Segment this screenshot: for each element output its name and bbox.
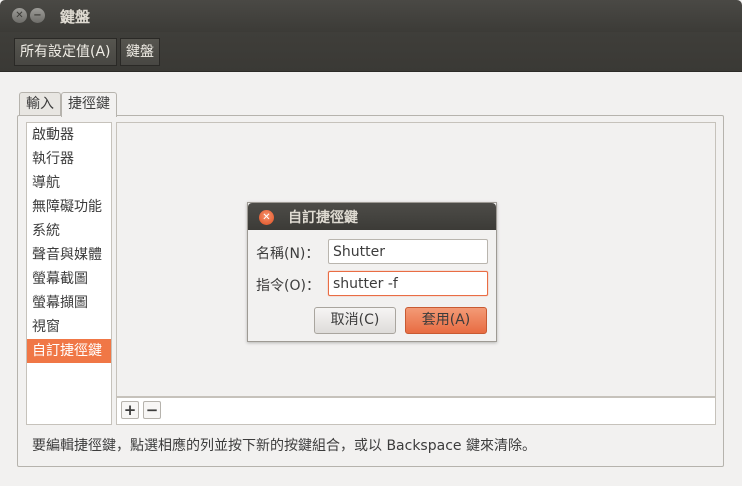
sidebar-item-custom-shortcuts[interactable]: 自訂捷徑鍵 <box>27 339 111 363</box>
dialog-titlebar: ✕ 自訂捷徑鍵 <box>248 203 496 230</box>
sidebar-item-screenshots[interactable]: 螢幕截圖 <box>27 267 111 291</box>
apply-button[interactable]: 套用(A) <box>405 307 487 334</box>
window-close-icon[interactable]: ✕ <box>12 8 27 23</box>
command-label: 指令(O)： <box>256 278 320 294</box>
dialog-title: 自訂捷徑鍵 <box>288 210 358 226</box>
name-field[interactable] <box>328 239 488 264</box>
shortcut-toolbar: + − <box>116 397 716 425</box>
menu-keyboard[interactable]: 鍵盤 <box>120 38 160 66</box>
sidebar-item-system[interactable]: 系統 <box>27 219 111 243</box>
sidebar-item-screen-capture[interactable]: 螢幕擷圖 <box>27 291 111 315</box>
tab-typing[interactable]: 輸入 <box>19 92 61 116</box>
sidebar-item-sound-media[interactable]: 聲音與媒體 <box>27 243 111 267</box>
cancel-button[interactable]: 取消(C) <box>314 307 396 334</box>
sidebar-item-launchers[interactable]: 啟動器 <box>27 123 111 147</box>
dialog-close-icon[interactable]: ✕ <box>259 210 274 225</box>
name-label: 名稱(N)： <box>256 246 320 262</box>
sidebar-item-navigation[interactable]: 導航 <box>27 171 111 195</box>
hint-text: 要編輯捷徑鍵，點選相應的列並按下新的按鍵組合，或以 Backspace 鍵來清除… <box>32 438 536 454</box>
window-minimize-icon[interactable]: − <box>30 8 45 23</box>
window-titlebar: ✕ − 鍵盤 <box>0 0 742 32</box>
sidebar-item-windows[interactable]: 視窗 <box>27 315 111 339</box>
menubar: 所有設定值(A) 鍵盤 <box>0 32 742 72</box>
remove-shortcut-button[interactable]: − <box>143 401 161 419</box>
custom-shortcut-dialog: ✕ 自訂捷徑鍵 名稱(N)： 指令(O)： 取消(C) 套用(A) <box>247 202 497 342</box>
sidebar-item-executors[interactable]: 執行器 <box>27 147 111 171</box>
tab-shortcuts[interactable]: 捷徑鍵 <box>61 92 117 117</box>
menu-all-settings[interactable]: 所有設定值(A) <box>14 38 117 66</box>
sidebar-item-accessibility[interactable]: 無障礙功能 <box>27 195 111 219</box>
shortcut-category-list: 啟動器 執行器 導航 無障礙功能 系統 聲音與媒體 螢幕截圖 螢幕擷圖 視窗 自… <box>26 122 112 425</box>
command-field[interactable] <box>328 271 488 296</box>
window-title: 鍵盤 <box>60 8 91 26</box>
add-shortcut-button[interactable]: + <box>121 401 139 419</box>
